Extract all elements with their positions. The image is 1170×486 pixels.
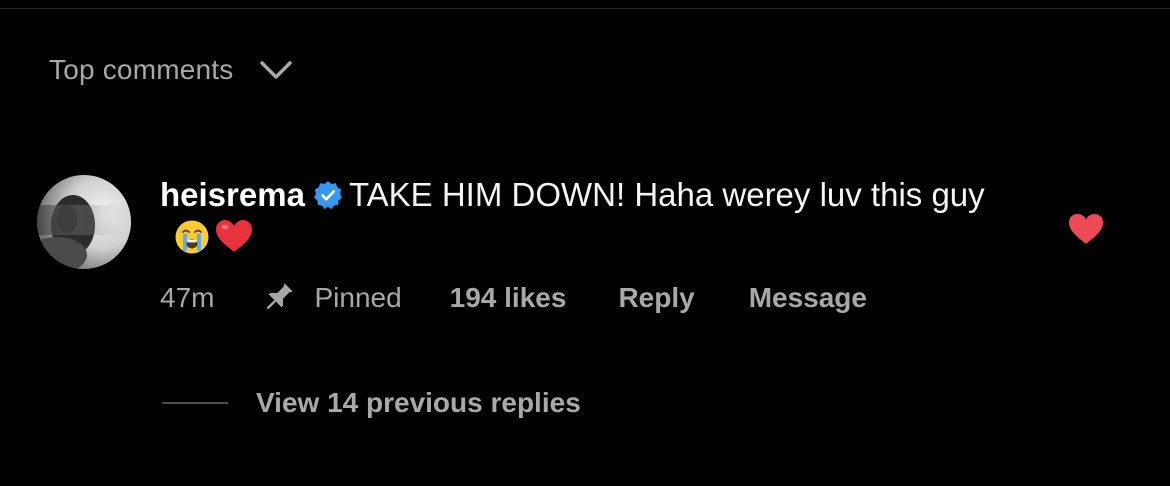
- likes-count-link[interactable]: 194 likes: [450, 282, 567, 314]
- view-replies-label: View 14 previous replies: [256, 387, 581, 418]
- comment-body: heisrema TAKE HIM DOWN! Haha werey luv t…: [160, 173, 990, 259]
- chevron-down-icon: [260, 61, 293, 79]
- pin-icon: [267, 283, 294, 310]
- message-button[interactable]: Message: [749, 282, 867, 314]
- view-replies-button[interactable]: View 14 previous replies: [162, 385, 581, 421]
- pinned-label: Pinned: [314, 282, 402, 313]
- red-heart-icon: [216, 220, 252, 252]
- comment-timestamp: 47m: [160, 282, 215, 313]
- sort-comments-dropdown[interactable]: Top comments: [49, 52, 293, 88]
- top-divider: [0, 8, 1170, 9]
- replies-divider-line: [162, 402, 228, 404]
- like-heart-icon[interactable]: [1067, 212, 1105, 246]
- reply-button[interactable]: Reply: [618, 282, 694, 314]
- verified-badge-icon: [314, 181, 342, 210]
- comment-username[interactable]: heisrema: [160, 176, 305, 213]
- avatar[interactable]: [37, 175, 131, 269]
- comment-meta-row: 47m Pinned 194 likes Reply Message: [160, 280, 867, 316]
- comment-message-text: TAKE HIM DOWN! Haha werey luv this guy: [348, 176, 985, 213]
- sort-label: Top comments: [49, 54, 234, 85]
- crying-face-icon: [175, 220, 209, 254]
- avatar-image: [37, 175, 131, 269]
